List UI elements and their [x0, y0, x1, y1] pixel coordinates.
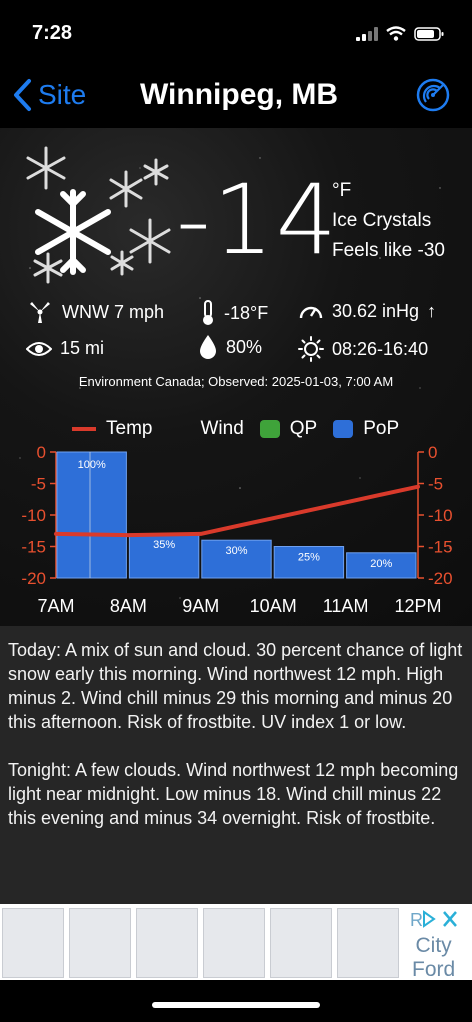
- status-icons: [356, 26, 444, 41]
- x-tick-label: 8AM: [110, 596, 147, 616]
- status-time: 7:28: [32, 22, 73, 44]
- back-button[interactable]: Site: [12, 78, 86, 112]
- sun-times-value: 08:26-16:40: [332, 338, 429, 359]
- chart-legend: Temp Wind QP PoP: [72, 418, 399, 440]
- legend-pop: PoP: [363, 418, 400, 439]
- observation-source: Environment Canada; Observed: 2025-01-03…: [78, 374, 394, 389]
- home-indicator[interactable]: [152, 1002, 320, 1008]
- y-tick-label-left: 0: [37, 443, 46, 462]
- battery-icon: [414, 26, 444, 41]
- radar-icon: [416, 78, 450, 112]
- pop-bar-label: 20%: [370, 558, 392, 570]
- dewpoint-value: -18°F: [224, 302, 269, 323]
- ad-car-image[interactable]: [136, 908, 198, 978]
- legend-wind: Wind: [200, 418, 244, 439]
- y-tick-label-right: -15: [428, 538, 453, 557]
- hourly-forecast-chart: 100% 35% 30% 25% 20% 0 0 -5 -5 -10 -10 -15 -15 -20 -20…: [21, 443, 453, 616]
- sun-times-readout: 08:26-16:40: [298, 336, 428, 362]
- pop-bar-label: 30%: [225, 545, 247, 557]
- visibility-value: 15 mi: [60, 338, 105, 358]
- status-bar: 7:28: [0, 0, 472, 64]
- eye-icon: [26, 341, 52, 356]
- feels-like-text: Feels like -30: [332, 240, 445, 261]
- x-tick-label: 7AM: [37, 596, 74, 616]
- pop-bar-label: 100%: [78, 459, 106, 471]
- legend-qp: QP: [289, 418, 318, 439]
- temp-legend-swatch: [72, 427, 96, 431]
- page-title: Winnipeg, MB: [140, 78, 339, 111]
- radar-button[interactable]: [416, 78, 450, 117]
- temperature-unit: °F: [332, 180, 352, 201]
- wifi-icon: [386, 26, 406, 41]
- pop-bar-label: 25%: [298, 552, 320, 564]
- ad-car-image[interactable]: [203, 908, 265, 978]
- snowflake-icon: [26, 146, 171, 284]
- wind-readout: WNW 7 mph: [26, 300, 164, 324]
- forecast-tonight: Tonight: A few clouds. Wind northwest 12…: [8, 760, 459, 828]
- legend-temp: Temp: [106, 418, 153, 439]
- y-tick-label-left: -5: [31, 475, 46, 494]
- y-tick-label-left: -15: [21, 538, 46, 557]
- ad-car-image[interactable]: [2, 908, 64, 978]
- pop-legend-swatch: [333, 420, 354, 438]
- x-tick-label: 11AM: [323, 596, 369, 616]
- pop-bar-label: 35%: [153, 539, 175, 551]
- qp-legend-swatch: [259, 420, 280, 438]
- ad-banner[interactable]: R City Ford: [0, 904, 472, 982]
- x-tick-label: 10AM: [250, 596, 297, 616]
- forecast-today: Today: A mix of sun and cloud. 30 percen…: [8, 640, 463, 732]
- water-drop-icon: [200, 335, 216, 359]
- back-label: Site: [38, 79, 87, 110]
- wind-value: WNW 7 mph: [62, 301, 165, 322]
- temperature-details: °F Ice Crystals Feels like -30: [332, 176, 445, 266]
- sun-icon: [298, 336, 324, 362]
- x-tick-label: 12PM: [394, 596, 441, 616]
- current-conditions-panel: -14 °F Ice Crystals Feels like -30 WNW 7…: [0, 128, 472, 626]
- ad-car-image[interactable]: [337, 908, 399, 978]
- wind-turbine-icon: [30, 302, 50, 323]
- ad-brand-line: Ford: [412, 958, 456, 981]
- y-tick-label-right: -20: [428, 569, 453, 588]
- ad-choices-icon[interactable]: R: [410, 908, 470, 930]
- humidity-value: 80%: [226, 336, 263, 357]
- y-tick-label-left: -10: [21, 506, 46, 525]
- nav-bar: Site Winnipeg, MB: [0, 70, 472, 126]
- humidity-readout: 80%: [198, 334, 262, 360]
- y-tick-label-right: -10: [428, 506, 453, 525]
- ad-brand-name[interactable]: City Ford: [412, 934, 455, 982]
- gauge-icon: [299, 306, 323, 319]
- ad-car-image[interactable]: [69, 908, 131, 978]
- ad-car-image[interactable]: [270, 908, 332, 978]
- dewpoint-readout: -18°F: [200, 300, 268, 326]
- text-forecast-panel: Today: A mix of sun and cloud. 30 percen…: [0, 626, 472, 904]
- pressure-readout: 30.62 inHg ↑: [298, 300, 436, 322]
- thermometer-icon: [203, 300, 213, 325]
- svg-text:R: R: [410, 910, 423, 930]
- condition-text: Ice Crystals: [332, 210, 432, 231]
- visibility-readout: 15 mi: [26, 338, 104, 359]
- y-tick-label-left: -20: [21, 569, 46, 588]
- pressure-trend: ↑: [427, 300, 437, 321]
- signal-icon: [356, 26, 378, 41]
- y-tick-label-right: 0: [428, 443, 437, 462]
- current-temperature: -14: [176, 164, 339, 276]
- chevron-left-icon: [14, 79, 31, 111]
- y-tick-label-right: -5: [428, 475, 443, 494]
- x-tick-label: 9AM: [182, 596, 219, 616]
- pressure-value: 30.62 inHg: [332, 300, 420, 321]
- ad-brand-line: City: [415, 934, 452, 957]
